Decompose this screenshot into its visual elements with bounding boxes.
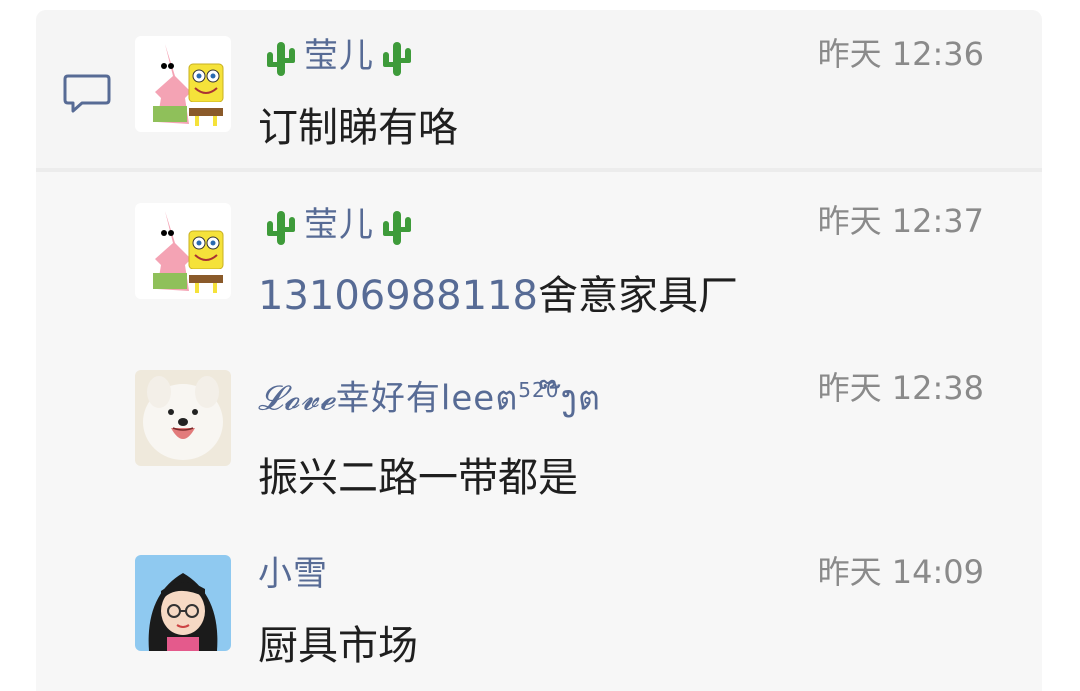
comment-message: 订制睇有咯 — [258, 105, 458, 151]
comment-message: 13106988118舍意家具厂 — [258, 270, 738, 322]
comment-message: 振兴二路一带都是 — [258, 455, 578, 501]
commenter-name[interactable]: 𝓛𝓸𝓿𝓮幸好有leeต520໊ງต — [258, 368, 601, 420]
cactus-icon — [383, 41, 411, 76]
comment-time: 昨天 12:38 — [817, 369, 984, 407]
cactus-icon — [267, 41, 295, 76]
avatar-girl-cartoon[interactable] — [135, 555, 231, 651]
avatar-white-dog[interactable] — [135, 370, 231, 466]
comment-time: 昨天 12:37 — [817, 202, 984, 240]
comment-message: 厨具市场 — [258, 623, 418, 669]
cactus-icon — [267, 210, 295, 245]
avatar-patrick-spongebob[interactable] — [135, 36, 231, 132]
comment-time: 昨天 12:36 — [817, 35, 984, 73]
comment-message-text: 舍意家具厂 — [537, 273, 738, 319]
commenter-name[interactable]: 莹儿 — [258, 203, 420, 247]
phone-link[interactable]: 13106988118 — [258, 273, 538, 319]
commenter-name[interactable]: 莹儿 — [258, 34, 420, 78]
cactus-icon — [383, 210, 411, 245]
commenter-name[interactable]: 小雪 — [258, 552, 328, 596]
avatar-patrick-spongebob[interactable] — [135, 203, 231, 299]
comment-time: 昨天 14:09 — [817, 553, 984, 591]
comment-icon[interactable] — [62, 72, 112, 116]
